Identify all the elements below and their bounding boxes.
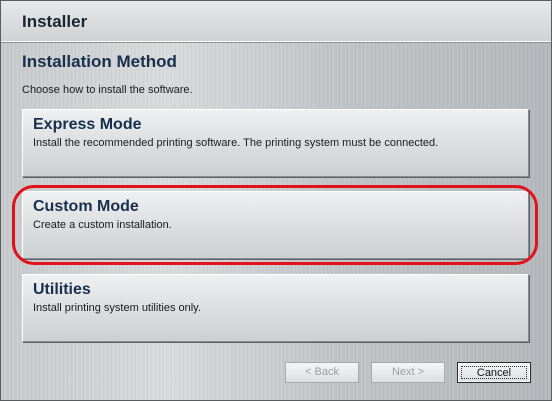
express-mode-title: Express Mode — [33, 116, 142, 133]
page-heading: Installation Method — [22, 52, 177, 71]
utilities-description: Install printing system utilities only. — [33, 302, 201, 314]
page-subtitle: Choose how to install the software. — [22, 84, 193, 96]
express-mode-option[interactable]: Express Mode Install the recommended pri… — [22, 109, 529, 177]
installer-window: Installer Installation Method Choose how… — [0, 0, 552, 401]
next-button[interactable]: Next > — [371, 362, 445, 383]
title-bar: Installer — [1, 1, 551, 42]
custom-mode-description: Create a custom installation. — [33, 219, 172, 231]
cancel-button-label: Cancel — [461, 366, 527, 379]
utilities-title: Utilities — [33, 281, 91, 298]
utilities-option[interactable]: Utilities Install printing system utilit… — [22, 274, 529, 342]
custom-mode-title: Custom Mode — [33, 198, 139, 215]
back-button[interactable]: < Back — [285, 362, 359, 383]
window-title: Installer — [22, 12, 88, 31]
custom-mode-option[interactable]: Custom Mode Create a custom installation… — [22, 191, 529, 259]
express-mode-description: Install the recommended printing softwar… — [33, 137, 439, 149]
cancel-button[interactable]: Cancel — [457, 362, 531, 383]
